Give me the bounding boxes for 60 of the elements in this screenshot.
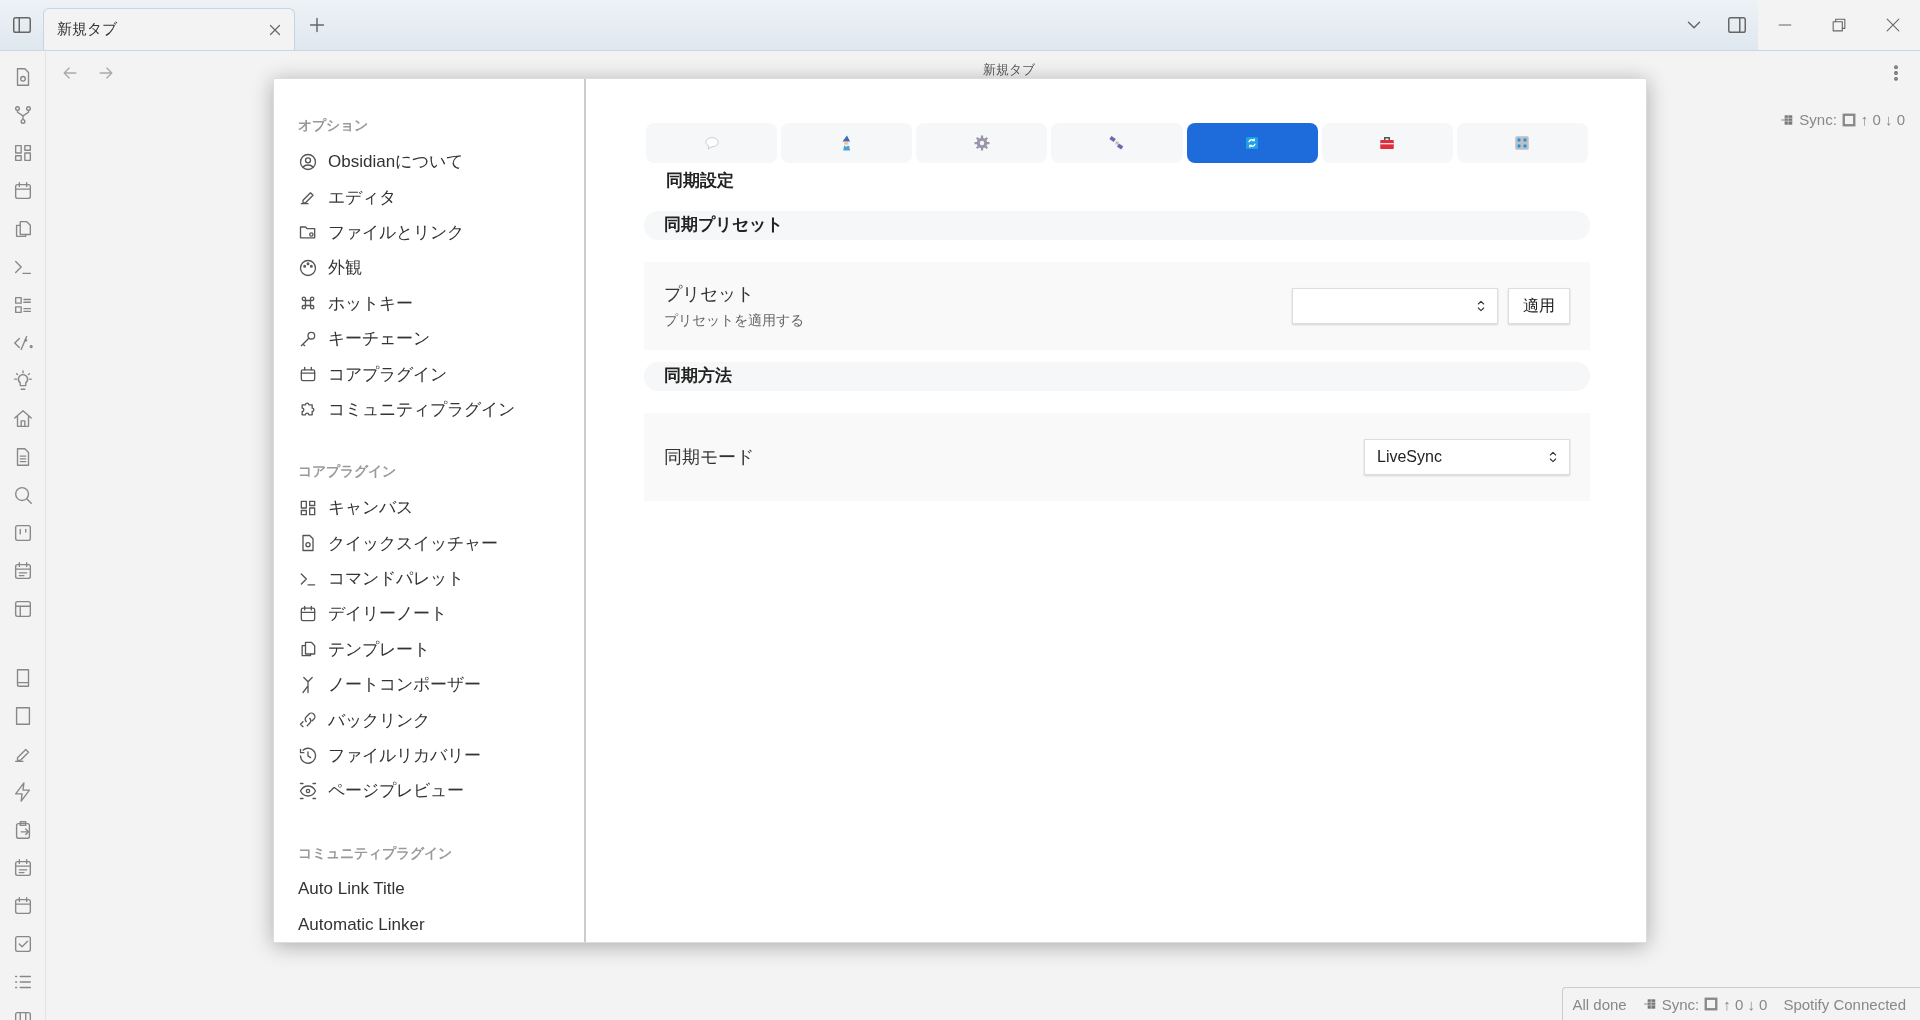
sync-counts: ↑ 0 ↓ 0	[1860, 111, 1905, 128]
square-icon	[1704, 997, 1719, 1011]
settings-nav-item[interactable]: ノートコンポーザー	[298, 667, 584, 703]
calendar-icon	[298, 604, 318, 624]
setting-name: 同期モード	[664, 446, 754, 469]
settings-nav-item[interactable]: テンプレート	[298, 631, 584, 668]
settings-nav-item[interactable]: ページプレビュー	[298, 773, 584, 809]
dropdown[interactable]: LiveSync	[1364, 439, 1570, 475]
setting-name: プリセット	[664, 283, 755, 306]
settings-nav-item[interactable]: コミュニティプラグイン	[298, 391, 584, 428]
apply-button[interactable]: 適用	[1508, 288, 1570, 324]
settings-nav-item[interactable]: クイックスイッチャー	[298, 525, 584, 561]
setting-description: プリセットを適用する	[664, 312, 804, 330]
settings-nav-item[interactable]: エディタ	[298, 179, 584, 215]
sidebar-icon[interactable]	[1726, 14, 1748, 36]
palette-icon	[298, 257, 318, 278]
settings-nav-item[interactable]: コマンドパレット	[298, 560, 584, 597]
square-icon	[1841, 112, 1856, 127]
settings-nav-item[interactable]: キーチェーン	[298, 320, 584, 357]
section-heading: コアプラグイン	[298, 463, 397, 482]
control-panel-icon	[1513, 134, 1532, 152]
section-heading: 同期プリセット	[644, 211, 1590, 240]
status-text: All done	[1572, 995, 1627, 1013]
settings-tab[interactable]	[1321, 123, 1453, 163]
sync-label: Sync:	[1661, 995, 1700, 1013]
status-text: Spotify Connected	[1783, 995, 1906, 1013]
gear-icon	[972, 134, 991, 152]
speech-bubble-icon	[702, 134, 721, 152]
settings-nav-item[interactable]: Auto Link Title	[298, 871, 584, 908]
settings-tab[interactable]	[916, 123, 1048, 163]
settings-nav-item[interactable]: Obsidianについて	[298, 144, 584, 180]
sidebar-icon[interactable]	[11, 14, 33, 36]
preview-icon	[298, 780, 318, 801]
settings-nav-item[interactable]: ファイルとリンク	[298, 214, 584, 251]
database-icon	[1780, 112, 1795, 127]
settings-nav-item[interactable]: デイリーノート	[298, 596, 584, 632]
settings-tab[interactable]	[1186, 123, 1318, 163]
history-icon	[298, 745, 318, 766]
sync-counts: ↑ 0 ↓ 0	[1723, 995, 1768, 1013]
database-icon	[1642, 997, 1657, 1011]
settings-nav-item[interactable]: 外観	[298, 250, 584, 286]
tab-title[interactable]: 新規タブ	[57, 20, 117, 39]
section-heading: 同期方法	[644, 362, 1590, 391]
lightbulb-icon[interactable]	[11, 369, 34, 393]
browser-tab[interactable]: 新規タブ	[43, 8, 295, 50]
settings-nav-item[interactable]: バックリンク	[298, 702, 584, 738]
settings-nav-item[interactable]: Automatic Linker	[298, 907, 584, 942]
view-title: 新規タブ	[982, 61, 1036, 77]
satellite-icon	[1108, 134, 1126, 152]
settings-nav-item[interactable]: コアプラグイン	[298, 356, 584, 392]
section-heading: オプション	[298, 117, 369, 135]
sync-label: Sync:	[1799, 111, 1837, 128]
section-heading: コミュニティプラグイン	[298, 844, 453, 863]
settings-nav-item[interactable]: キャンバス	[298, 490, 584, 526]
settings-nav-item[interactable]: ホットキー	[298, 285, 584, 321]
user-icon	[298, 151, 318, 172]
page-title: 同期設定	[665, 170, 735, 192]
settings-tab[interactable]	[1456, 123, 1588, 163]
settings-nav-item[interactable]: ファイルリカバリー	[298, 737, 584, 774]
toolbox-icon	[1378, 134, 1397, 152]
